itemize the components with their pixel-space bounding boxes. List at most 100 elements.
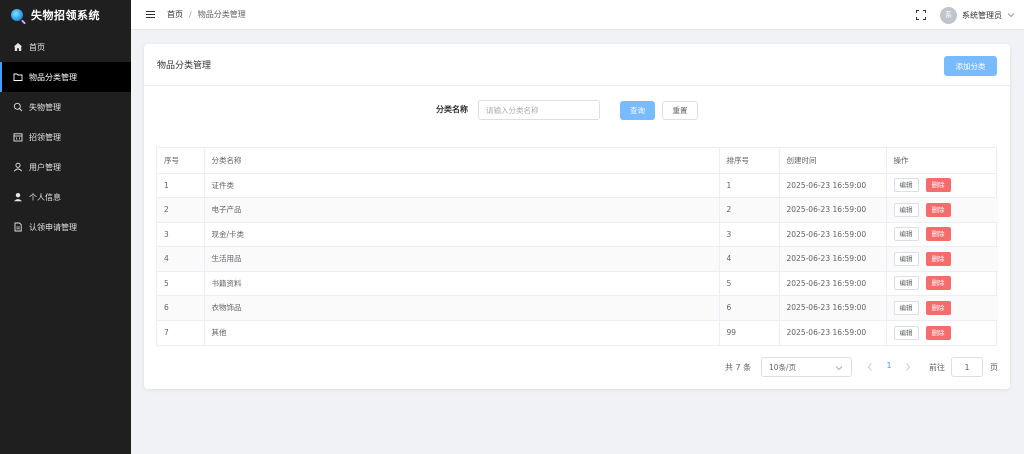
cell-index: 1 bbox=[157, 173, 205, 198]
sidebar-item-label: 失物管理 bbox=[29, 102, 61, 112]
cell-name: 证件类 bbox=[204, 173, 720, 198]
cell-index: 7 bbox=[157, 320, 205, 345]
query-button[interactable]: 查询 bbox=[620, 101, 655, 120]
delete-button[interactable]: 删除 bbox=[925, 227, 951, 242]
cell-sort: 5 bbox=[719, 271, 780, 296]
cell-name: 生活用品 bbox=[204, 246, 720, 272]
goto-page-input[interactable] bbox=[951, 357, 983, 377]
edit-button[interactable]: 编辑 bbox=[893, 202, 919, 217]
table-row: 2 电子产品 2 2025-06-23 16:59:00 编辑 删除 bbox=[157, 197, 998, 223]
sidebar-item-found-items[interactable]: 招领管理 bbox=[0, 122, 131, 152]
column-header-sort: 排序号 bbox=[719, 148, 780, 174]
user-filled-icon bbox=[13, 192, 23, 202]
category-name-input[interactable] bbox=[478, 100, 600, 120]
pagination-total: 共 7 条 bbox=[725, 363, 752, 372]
brand: 失物招领系统 bbox=[0, 0, 131, 30]
delete-button[interactable]: 删除 bbox=[925, 325, 951, 340]
delete-button[interactable]: 删除 bbox=[925, 202, 951, 217]
sidebar-item-label: 个人信息 bbox=[29, 192, 61, 202]
delete-button[interactable]: 删除 bbox=[925, 276, 951, 291]
cell-created: 2025-06-23 16:59:00 bbox=[779, 222, 887, 247]
category-card: 物品分类管理 添加分类 分类名称 查询 重置 序号 bbox=[144, 44, 1010, 389]
page-suffix: 页 bbox=[990, 363, 998, 372]
home-icon bbox=[13, 42, 23, 52]
sidebar-item-claims[interactable]: 认领申请管理 bbox=[0, 212, 131, 242]
table-row: 1 证件类 1 2025-06-23 16:59:00 编辑 删除 bbox=[157, 173, 998, 198]
chevron-right-icon[interactable] bbox=[904, 362, 912, 372]
reset-button[interactable]: 重置 bbox=[662, 101, 698, 120]
main-content: 物品分类管理 添加分类 分类名称 查询 重置 序号 bbox=[131, 30, 1024, 454]
table-header-row: 序号 分类名称 排序号 创建时间 操作 bbox=[157, 148, 998, 174]
column-header-index: 序号 bbox=[157, 148, 205, 174]
cell-actions: 编辑 删除 bbox=[886, 271, 998, 296]
cell-sort: 3 bbox=[719, 222, 780, 247]
cell-created: 2025-06-23 16:59:00 bbox=[779, 197, 887, 223]
cell-index: 6 bbox=[157, 295, 205, 321]
sidebar-item-label: 物品分类管理 bbox=[29, 72, 77, 82]
menu-toggle-icon[interactable] bbox=[146, 10, 155, 19]
cell-created: 2025-06-23 16:59:00 bbox=[779, 295, 887, 321]
cell-index: 4 bbox=[157, 246, 205, 272]
cell-sort: 99 bbox=[719, 320, 780, 345]
table-row: 5 书籍资料 5 2025-06-23 16:59:00 编辑 删除 bbox=[157, 271, 998, 296]
app-title: 失物招领系统 bbox=[31, 9, 100, 22]
cell-sort: 6 bbox=[719, 295, 780, 321]
breadcrumb-home[interactable]: 首页 bbox=[167, 9, 183, 20]
edit-button[interactable]: 编辑 bbox=[893, 227, 919, 242]
sidebar-item-home[interactable]: 首页 bbox=[0, 32, 131, 62]
chevron-left-icon[interactable] bbox=[866, 362, 874, 372]
search-label: 分类名称 bbox=[436, 105, 468, 114]
cell-index: 5 bbox=[157, 271, 205, 296]
page-title: 物品分类管理 bbox=[157, 61, 212, 71]
sidebar-item-category[interactable]: 物品分类管理 bbox=[0, 62, 131, 92]
cell-actions: 编辑 删除 bbox=[886, 320, 998, 345]
delete-button[interactable]: 删除 bbox=[925, 251, 951, 266]
cell-actions: 编辑 删除 bbox=[886, 295, 998, 321]
edit-button[interactable]: 编辑 bbox=[893, 325, 919, 340]
edit-button[interactable]: 编辑 bbox=[893, 178, 919, 193]
cell-actions: 编辑 删除 bbox=[886, 246, 998, 272]
delete-button[interactable]: 删除 bbox=[925, 300, 951, 315]
calendar-icon bbox=[13, 132, 23, 142]
search-icon bbox=[13, 102, 23, 112]
pagination: 共 7 条 10条/页 1 前往 页 bbox=[144, 357, 1010, 377]
cell-name: 衣物饰品 bbox=[204, 295, 720, 321]
cell-created: 2025-06-23 16:59:00 bbox=[779, 246, 887, 272]
cell-sort: 1 bbox=[719, 173, 780, 198]
sidebar-item-users[interactable]: 用户管理 bbox=[0, 152, 131, 182]
table-row: 4 生活用品 4 2025-06-23 16:59:00 编辑 删除 bbox=[157, 246, 998, 272]
cell-actions: 编辑 删除 bbox=[886, 173, 998, 198]
page-size-select[interactable]: 10条/页 bbox=[761, 357, 852, 377]
cell-sort: 2 bbox=[719, 197, 780, 223]
add-category-button[interactable]: 添加分类 bbox=[944, 56, 997, 76]
sidebar-item-label: 招领管理 bbox=[29, 132, 61, 142]
page-number[interactable]: 1 bbox=[884, 361, 894, 370]
sidebar-item-lost-items[interactable]: 失物管理 bbox=[0, 92, 131, 122]
fullscreen-icon[interactable] bbox=[916, 10, 926, 20]
edit-button[interactable]: 编辑 bbox=[893, 276, 919, 291]
table-row: 6 衣物饰品 6 2025-06-23 16:59:00 编辑 删除 bbox=[157, 295, 998, 321]
page-size-value: 10条/页 bbox=[769, 362, 797, 372]
cell-index: 3 bbox=[157, 222, 205, 247]
cell-name: 电子产品 bbox=[204, 197, 720, 223]
table-row: 7 其他 99 2025-06-23 16:59:00 编辑 删除 bbox=[157, 320, 998, 345]
delete-button[interactable]: 删除 bbox=[925, 178, 951, 193]
folder-icon bbox=[13, 72, 23, 82]
sidebar-item-profile[interactable]: 个人信息 bbox=[0, 182, 131, 212]
column-header-name: 分类名称 bbox=[204, 148, 720, 174]
chevron-down-icon[interactable] bbox=[1007, 11, 1015, 19]
breadcrumb: 首页 / 物品分类管理 bbox=[167, 9, 246, 20]
table-row: 3 现金/卡类 3 2025-06-23 16:59:00 编辑 删除 bbox=[157, 222, 998, 247]
cell-index: 2 bbox=[157, 197, 205, 223]
cell-created: 2025-06-23 16:59:00 bbox=[779, 271, 887, 296]
sidebar: 失物招领系统 首页 物品分类管理 失物管理 招领管理 用户管理 个人信息 认领申… bbox=[0, 0, 131, 454]
topbar: 首页 / 物品分类管理 系 系统管理员 bbox=[131, 0, 1024, 30]
edit-button[interactable]: 编辑 bbox=[893, 251, 919, 266]
cell-name: 其他 bbox=[204, 320, 720, 345]
avatar[interactable]: 系 bbox=[940, 6, 957, 24]
edit-button[interactable]: 编辑 bbox=[893, 300, 919, 315]
sidebar-item-label: 认领申请管理 bbox=[29, 222, 77, 232]
cell-actions: 编辑 删除 bbox=[886, 197, 998, 223]
username[interactable]: 系统管理员 bbox=[962, 10, 1002, 21]
category-table: 序号 分类名称 排序号 创建时间 操作 1 证件类 1 2025-06-23 1… bbox=[156, 147, 998, 346]
